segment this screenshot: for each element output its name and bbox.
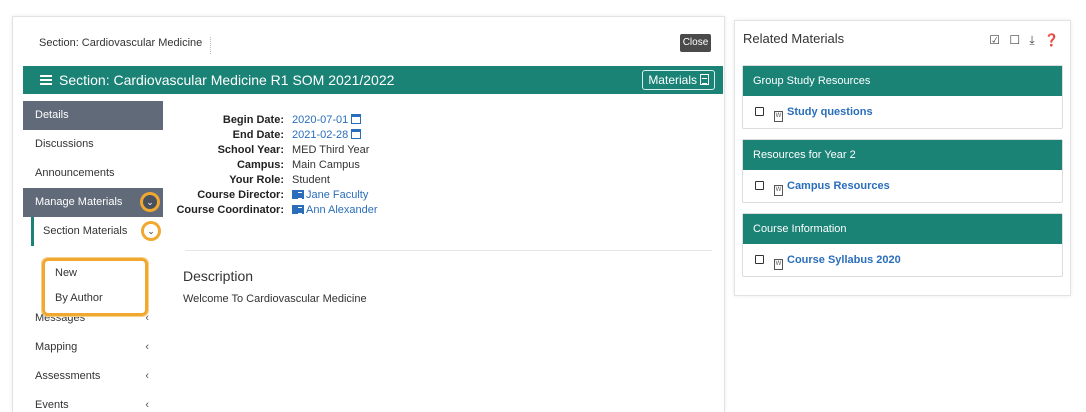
document-icon: [700, 74, 709, 85]
course-coordinator-link[interactable]: Ann Alexander: [292, 203, 378, 218]
checkbox[interactable]: [755, 107, 764, 116]
breadcrumb[interactable]: Section: Cardiovascular Medicine: [39, 37, 212, 54]
sidebar-item-events[interactable]: Events ‹: [23, 391, 163, 412]
detail-row: Your Role: Student: [229, 174, 330, 186]
detail-row: Course Director: Jane Faculty: [197, 188, 369, 203]
section-title: Section: Cardiovascular Medicine R1 SOM …: [59, 72, 395, 88]
calendar-icon[interactable]: [351, 114, 362, 124]
sidebar-item-assessments[interactable]: Assessments ‹: [23, 362, 163, 391]
detail-row: End Date: 2021-02-28: [173, 128, 378, 143]
panel-tools-icons[interactable]: ☑ ☐ ⤓ ❓: [989, 33, 1062, 48]
material-item: W Study questions: [743, 96, 1062, 128]
contact-card-icon: [292, 205, 304, 214]
material-group: Course Information W Course Syllabus 2020: [742, 213, 1063, 277]
group-heading: Course Information: [743, 214, 1062, 244]
word-file-icon: W: [774, 259, 783, 270]
sidebar-item-mapping[interactable]: Mapping ‹: [23, 333, 163, 362]
word-file-icon: W: [774, 111, 783, 122]
menu-icon[interactable]: [40, 75, 52, 85]
checkbox[interactable]: [755, 255, 764, 264]
detail-row: Begin Date: 2020-07-01: [173, 113, 378, 128]
chevron-left-icon: ‹: [145, 399, 149, 411]
description-heading: Description: [183, 268, 254, 284]
sidebar-item-section-materials[interactable]: Section Materials ⌄: [23, 217, 163, 246]
sidebar-item-announcements[interactable]: Announcements: [23, 159, 163, 188]
chevron-down-icon[interactable]: ⌄: [142, 222, 160, 240]
material-item: W Course Syllabus 2020: [743, 244, 1062, 276]
description-text: Welcome To Cardiovascular Medicine: [183, 293, 367, 305]
material-link[interactable]: Campus Resources: [787, 180, 890, 192]
material-item: W Campus Resources: [743, 170, 1062, 202]
sidebar-item-details[interactable]: Details: [23, 101, 163, 130]
close-button[interactable]: Close: [680, 34, 711, 52]
material-group: Group Study Resources W Study questions: [742, 65, 1063, 129]
submenu-item-new[interactable]: New: [45, 261, 145, 286]
sidebar-item-discussions[interactable]: Discussions: [23, 130, 163, 159]
chevron-left-icon: ‹: [145, 341, 149, 353]
material-link[interactable]: Study questions: [787, 106, 873, 118]
section-card: Section: Cardiovascular Medicine Close S…: [12, 16, 725, 412]
materials-button[interactable]: Materials: [642, 70, 715, 90]
group-heading: Resources for Year 2: [743, 140, 1062, 170]
details-list: Begin Date: 2020-07-01 End Date: 2021-02-2…: [173, 113, 378, 218]
related-materials-panel: Related Materials ☑ ☐ ⤓ ❓ Group Study Re…: [734, 20, 1071, 296]
detail-row: School Year: MED Third Year: [217, 144, 370, 156]
sidebar: Details Discussions Announcements Manage…: [23, 101, 163, 412]
begin-date-value[interactable]: 2020-07-01: [292, 113, 348, 128]
related-materials-title: Related Materials: [743, 31, 845, 46]
word-file-icon: W: [774, 185, 783, 196]
end-date-value[interactable]: 2021-02-28: [292, 128, 348, 143]
submenu-item-by-author[interactable]: By Author: [45, 286, 145, 311]
chevron-left-icon: ‹: [145, 370, 149, 382]
chevron-down-icon[interactable]: ⌄: [141, 193, 159, 211]
material-group: Resources for Year 2 W Campus Resources: [742, 139, 1063, 203]
course-director-link[interactable]: Jane Faculty: [292, 188, 368, 203]
divider: [185, 250, 712, 251]
section-header: Section: Cardiovascular Medicine R1 SOM …: [23, 66, 723, 94]
detail-row: Course Coordinator: Ann Alexander: [176, 203, 378, 218]
materials-label: Materials: [648, 73, 697, 87]
contact-card-icon: [292, 190, 304, 199]
group-heading: Group Study Resources: [743, 66, 1062, 96]
material-link[interactable]: Course Syllabus 2020: [787, 254, 901, 266]
submenu-highlight: New By Author: [42, 258, 148, 316]
checkbox[interactable]: [755, 181, 764, 190]
top-bar: Section: Cardiovascular Medicine Close: [13, 17, 724, 65]
calendar-icon[interactable]: [351, 129, 362, 139]
detail-row: Campus: Main Campus: [236, 159, 360, 171]
sidebar-item-manage-materials[interactable]: Manage Materials ⌄: [23, 188, 163, 217]
